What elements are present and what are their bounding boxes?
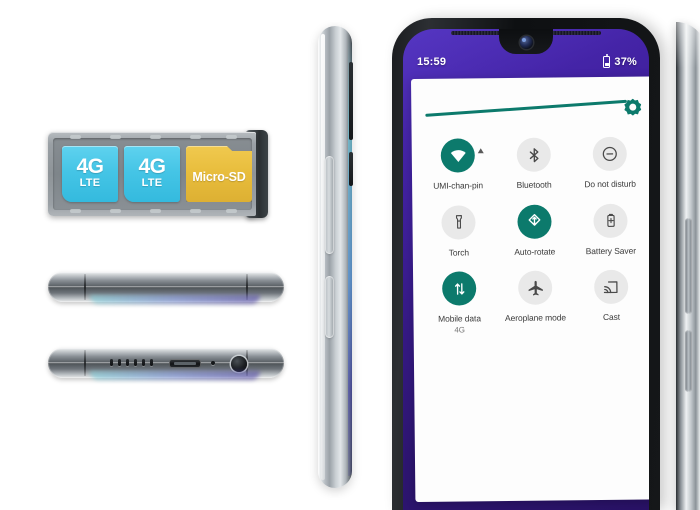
side-profile-view — [318, 26, 352, 488]
phone-bezel: 15:59 37% — [392, 18, 660, 510]
quick-tile-label: Cast — [603, 312, 620, 323]
power-button[interactable] — [685, 330, 692, 392]
quick-tile-bluetooth[interactable]: Bluetooth — [496, 137, 573, 190]
speaker-grille-icon — [110, 359, 153, 366]
side-dark-inlay-lower — [349, 152, 353, 186]
product-photo-canvas: 4G LTE 4G LTE Micro-SD — [0, 0, 700, 500]
quick-tile-label: Auto-rotate — [514, 246, 555, 257]
microphone-hole-icon — [211, 361, 215, 365]
antenna-seam-left — [84, 350, 86, 376]
tray-rivets-bottom — [48, 209, 256, 213]
battery-percent-label: 37% — [614, 56, 637, 68]
power-button[interactable] — [325, 276, 334, 338]
quick-tile-auto-rotate[interactable]: Auto-rotate — [496, 204, 573, 257]
quick-tile-label: UMI-chan-pin — [433, 180, 483, 191]
volume-rocker-button[interactable] — [685, 218, 692, 314]
quick-tile-cast[interactable]: Cast — [573, 270, 649, 333]
headphone-jack-icon — [231, 356, 247, 372]
sim-2-network-sublabel: LTE — [142, 177, 163, 191]
wifi-icon[interactable] — [441, 138, 475, 172]
side-dark-inlay-upper — [349, 62, 353, 140]
phone-screen: 15:59 37% — [403, 29, 649, 510]
quick-tile-battery-saver[interactable]: Battery Saver — [572, 203, 649, 256]
torch-icon[interactable] — [441, 205, 475, 239]
bluetooth-icon[interactable] — [517, 138, 551, 172]
cast-icon[interactable] — [594, 270, 628, 304]
quick-tile-aeroplane-mode[interactable]: Aeroplane mode — [497, 271, 574, 334]
bottom-edge-view — [48, 348, 284, 378]
microsd-label: Micro-SD — [192, 170, 245, 184]
mobile-data-icon[interactable] — [442, 272, 476, 306]
microsd-card-slot: Micro-SD — [186, 146, 252, 202]
quick-tile-torch[interactable]: Torch — [420, 205, 497, 258]
brightness-slider-track[interactable] — [425, 100, 627, 117]
do-not-disturb-icon[interactable] — [593, 137, 627, 171]
quick-tile-label: Battery Saver — [586, 245, 636, 256]
sim-2-network-label: 4G — [138, 157, 165, 177]
sim-tray-assembly: 4G LTE 4G LTE Micro-SD — [48, 132, 276, 216]
battery-saver-icon[interactable] — [593, 203, 627, 237]
sim-1-network-sublabel: LTE — [80, 177, 101, 191]
quick-settings-panel: UMI-chan-pin Bluetooth — [411, 76, 649, 502]
micro-usb-port-icon — [169, 359, 201, 368]
side-specular-highlight — [321, 34, 325, 480]
sim-1-network-label: 4G — [76, 157, 103, 177]
waterdrop-notch — [499, 29, 553, 54]
battery-icon — [603, 56, 610, 68]
top-edge-view — [48, 272, 284, 302]
aeroplane-icon[interactable] — [518, 271, 552, 305]
tray-rivets-top — [48, 135, 256, 139]
quick-tile-do-not-disturb[interactable]: Do not disturb — [572, 137, 649, 190]
auto-rotate-icon[interactable] — [517, 204, 551, 238]
quick-tile-label: Do not disturb — [584, 179, 636, 190]
quick-tile-label: Bluetooth — [517, 180, 552, 191]
quick-tile-label: Aeroplane mode — [505, 313, 566, 324]
antenna-seam-left — [84, 274, 86, 300]
sim-tray-body: 4G LTE 4G LTE Micro-SD — [48, 132, 256, 216]
sim-card-slot-2: 4G LTE — [124, 146, 180, 202]
front-view-phone: 15:59 37% — [392, 18, 684, 510]
status-bar-right-cluster: 37% — [603, 56, 637, 68]
quick-tile-sublabel: 4G — [454, 325, 465, 334]
quick-tile-label: Torch — [449, 247, 469, 258]
status-bar-time: 15:59 — [417, 56, 446, 68]
brightness-slider[interactable] — [423, 95, 643, 127]
sim-card-slot-1: 4G LTE — [62, 146, 118, 202]
quick-settings-tile-grid: UMI-chan-pin Bluetooth — [420, 137, 649, 335]
top-edge-color-reflection — [90, 295, 260, 304]
bottom-edge-color-reflection — [90, 371, 260, 380]
side-profile-chassis — [318, 26, 352, 488]
right-metal-rail — [676, 22, 700, 510]
chevron-up-icon[interactable] — [478, 148, 484, 153]
volume-rocker-button[interactable] — [325, 156, 334, 254]
quick-tile-label: Mobile data — [438, 314, 481, 325]
quick-tile-mobile-data[interactable]: Mobile data 4G — [421, 271, 498, 334]
front-camera-icon — [520, 36, 533, 49]
quick-tile-wifi[interactable]: UMI-chan-pin — [420, 138, 497, 191]
